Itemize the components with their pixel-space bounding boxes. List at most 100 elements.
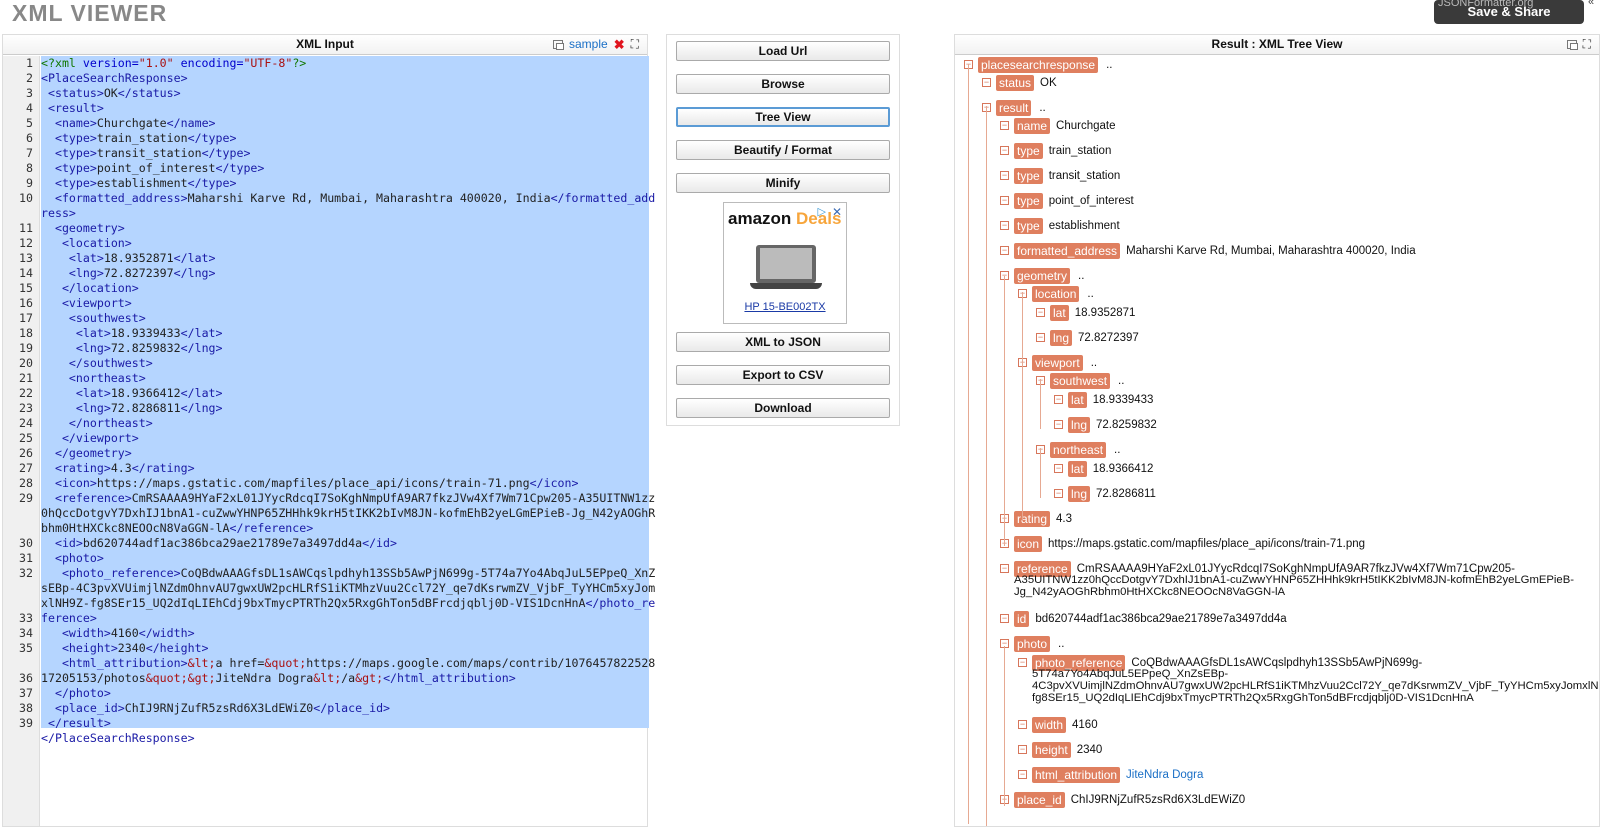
actions-panel: amazon Deals ▷ ✕ HP 15-BE002TX Load Url B… (666, 34, 900, 426)
line-number: 19 (19, 341, 33, 355)
line-number: 22 (19, 386, 33, 400)
collapse-icon[interactable]: − (1000, 246, 1009, 255)
code-line: 1 <?xml version="1.0" encoding="UTF-8"?> (26, 56, 647, 71)
tree-node-result: −result.. (982, 99, 1046, 116)
collapse-icon[interactable]: − (1036, 333, 1045, 342)
ad-product-link[interactable]: HP 15-BE002TX (724, 301, 846, 313)
beautify-format-button[interactable]: Beautify / Format (676, 140, 890, 160)
collapse-icon[interactable]: − (1000, 614, 1009, 623)
fullscreen-icon[interactable]: ⛶ (1583, 35, 1591, 54)
node-value: 18.9352871 (1074, 306, 1136, 319)
node-key: id (1014, 610, 1030, 627)
collapse-icon[interactable]: − (1054, 395, 1063, 404)
xml-editor[interactable]: 1 <?xml version="1.0" encoding="UTF-8"?> 2… (3, 56, 656, 826)
collapse-icon[interactable]: − (1000, 171, 1009, 180)
collapse-icon[interactable]: − (1054, 489, 1063, 498)
tree-guide-line (986, 106, 987, 826)
node-value: train_station (1048, 144, 1112, 157)
code-line: 13 <lat>18.9352871</lat> (19, 251, 647, 266)
ad-close-icon[interactable]: ✕ (832, 205, 842, 219)
collapse-icon[interactable]: − (1000, 121, 1009, 130)
code-line: 19 <lng>72.8259832</lng> (19, 341, 647, 356)
line-number: 17 (19, 311, 33, 325)
collapse-icon[interactable]: − (1018, 720, 1027, 729)
copy-icon[interactable] (1566, 40, 1578, 50)
code-line: 39 </result> (19, 716, 647, 731)
code-line: 22 <lat>18.9366412</lat> (19, 386, 647, 401)
tree-node-viewport: −viewport.. (1018, 354, 1097, 371)
node-value: 72.8259832 (1096, 418, 1157, 431)
code-line: </PlaceSearchResponse> (41, 731, 195, 745)
code-line: 38 <place_id>ChIJ9RNjZufR5zsRd6X3LdEWiZ0… (19, 701, 647, 716)
node-value: Maharshi Karve Rd, Mumbai, Maharashtra 4… (1126, 244, 1416, 257)
copy-icon[interactable] (553, 40, 564, 50)
tree-node-status: − status OK (982, 74, 1057, 91)
collapse-icon[interactable]: − (1000, 221, 1009, 230)
laptop-image (750, 245, 822, 289)
ad-banner[interactable]: amazon Deals ▷ ✕ HP 15-BE002TX (723, 202, 847, 324)
save-share-button[interactable]: JSONFormatter.org Save & Share (1434, 0, 1584, 24)
collapse-icon[interactable]: − (982, 78, 991, 87)
code-area[interactable]: 1 <?xml version="1.0" encoding="UTF-8"?> 2… (19, 56, 656, 826)
line-number: 31 (19, 551, 33, 565)
load-url-button[interactable]: Load Url (676, 41, 890, 61)
node-value: .. (1039, 101, 1046, 114)
code-line: 35 <height>2340</height> (19, 641, 647, 656)
code-line: 7 <type>transit_station</type> (26, 146, 647, 161)
ad-choices-icon[interactable]: ▷ (818, 205, 826, 218)
node-key: location (1032, 285, 1080, 302)
tree-node-lng: − lng 72.8259832 (1054, 416, 1157, 433)
xml-to-json-button[interactable]: XML to JSON (676, 332, 890, 352)
node-key: html_attribution (1032, 766, 1121, 783)
corner-toggle[interactable]: « (1588, 0, 1594, 8)
code-line: 27 <rating>4.3</rating> (19, 461, 647, 476)
node-key: height (1032, 741, 1071, 758)
node-value: CmRSAAAA9HYaF2xL01JYycRdcqI7SoKghNmpUfA9… (1076, 562, 1515, 575)
collapse-icon[interactable]: − (1000, 564, 1009, 573)
collapse-icon[interactable]: − (1054, 464, 1063, 473)
node-value: .. (1114, 443, 1121, 456)
line-number: 21 (19, 371, 33, 385)
collapse-icon[interactable]: − (1054, 420, 1063, 429)
collapse-icon[interactable]: − (1036, 308, 1045, 317)
line-number: 12 (19, 236, 33, 250)
collapse-icon[interactable]: − (1018, 770, 1027, 779)
node-value: Churchgate (1056, 119, 1116, 132)
code-line: 33 ference> (19, 611, 647, 626)
fullscreen-icon[interactable]: ⛶ (631, 35, 639, 54)
tree-view-header: Result : XML Tree View ⛶ (955, 35, 1599, 55)
clear-icon[interactable]: ✖ (614, 35, 625, 54)
node-key: place_id (1014, 791, 1065, 808)
node-key: placesearchresponse (978, 56, 1099, 73)
tree-node-lat: − lat 18.9366412 (1054, 460, 1153, 477)
node-value: establishment (1048, 219, 1120, 232)
tree-guide-line (1022, 361, 1023, 521)
line-number: 25 (19, 431, 33, 445)
export-to-csv-button[interactable]: Export to CSV (676, 365, 890, 385)
collapse-icon[interactable]: − (1000, 196, 1009, 205)
browse-button[interactable]: Browse (676, 74, 890, 94)
tree-view-button[interactable]: Tree View (676, 107, 890, 127)
node-value: 72.8272397 (1078, 331, 1139, 344)
minify-button[interactable]: Minify (676, 173, 890, 193)
tree-node-place-id: −place_idChIJ9RNjZufR5zsRd6X3LdEWiZ0 (1000, 791, 1245, 808)
collapse-icon[interactable]: − (1018, 745, 1027, 754)
download-button[interactable]: Download (676, 398, 890, 418)
collapse-icon[interactable]: − (1000, 146, 1009, 155)
line-number: 16 (19, 296, 33, 310)
tree-node-width: − width 4160 (1018, 716, 1098, 733)
code-line: 26 </geometry> (19, 446, 647, 461)
code-line: 2 <PlaceSearchResponse> (26, 71, 647, 86)
code-line: 32 <photo_reference>CoQBdwAAAGfsDL1sAWCq… (19, 566, 655, 581)
code-line: 17 <southwest> (19, 311, 647, 326)
sample-link[interactable]: sample (569, 35, 608, 54)
node-key: type (1014, 142, 1043, 159)
collapse-icon[interactable]: − (1018, 658, 1027, 667)
share-ghost-text: JSONFormatter.org (1438, 0, 1534, 9)
code-line: xlNH9Z-fg8SEr15_UQ2dIqLIEhCdj9bxTmycPTRT… (41, 596, 656, 610)
tree-node-html-attribution: − html_attribution JiteNdra Dogra (1018, 766, 1203, 783)
line-number: 6 (26, 131, 33, 145)
node-value: transit_station (1048, 169, 1121, 182)
node-key: viewport (1032, 354, 1083, 371)
node-value-continued: A35UITNW1zz0hQccDotgvY7DxhIJ1bnA1-cuZwwY… (1014, 574, 1575, 598)
